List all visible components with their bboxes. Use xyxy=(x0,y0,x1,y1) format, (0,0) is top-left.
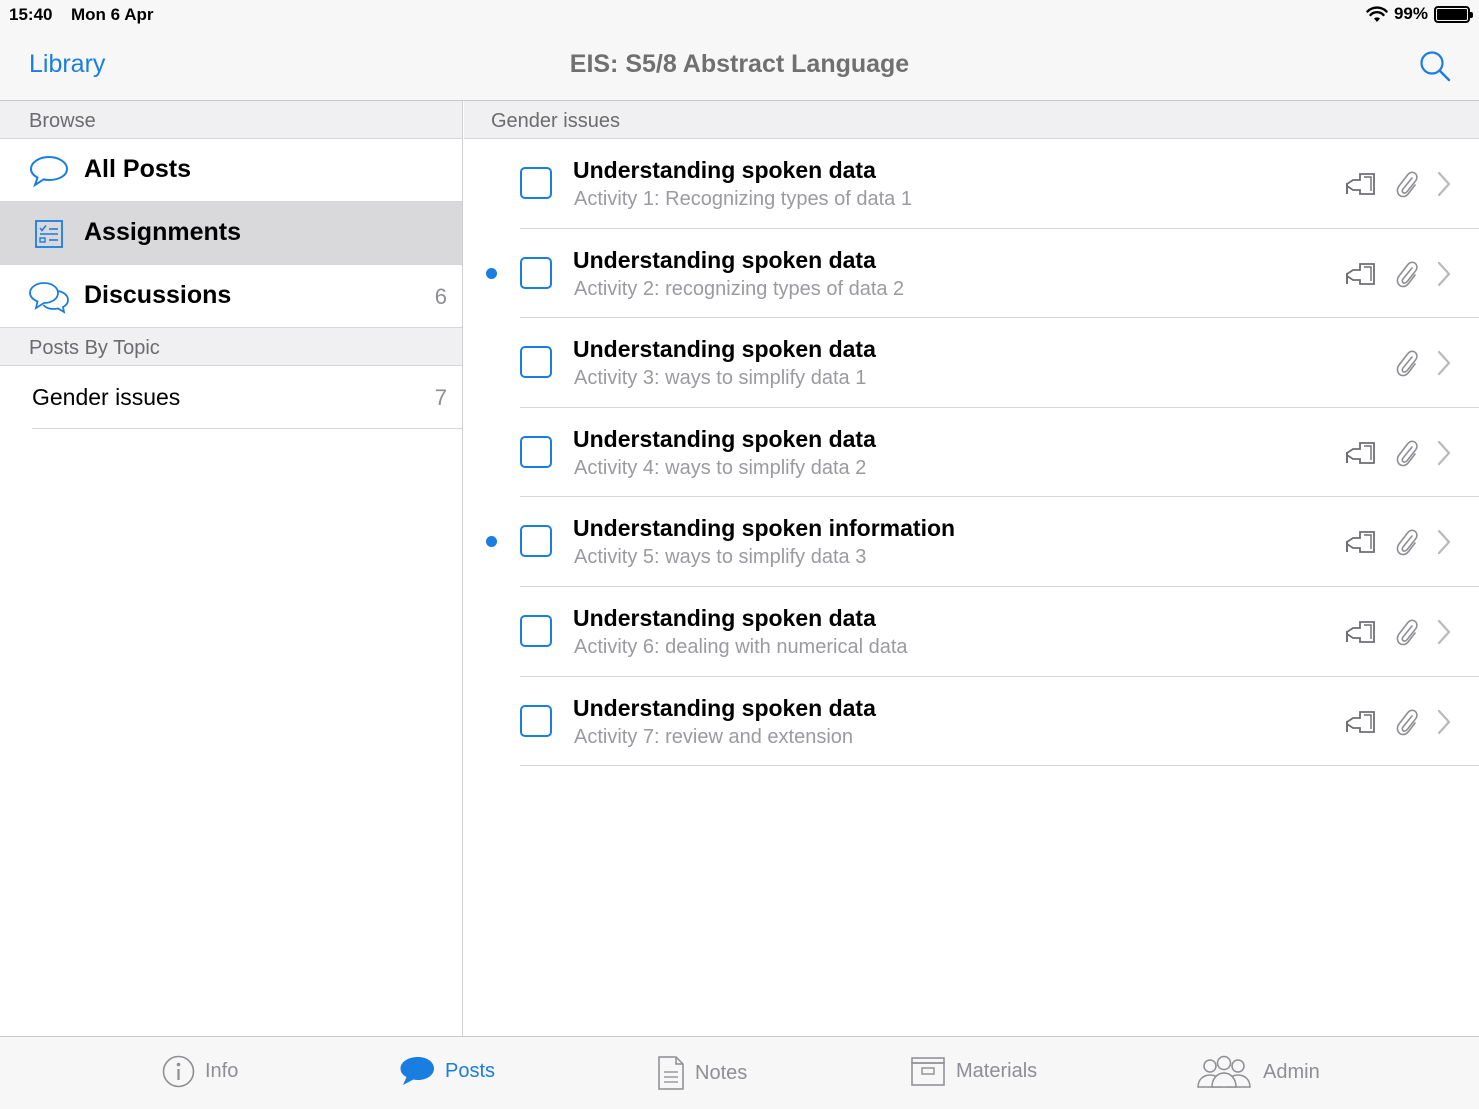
sidebar-item-label: Assignments xyxy=(84,218,241,246)
assignment-checkbox[interactable] xyxy=(520,614,552,647)
paperclip-icon xyxy=(1394,348,1420,378)
assignment-subtitle: Activity 2: recognizing types of data 2 xyxy=(574,277,905,300)
tab-notes[interactable]: Notes xyxy=(657,1055,747,1091)
assignment-rows: Understanding spoken data Activity 1: Rec… xyxy=(464,139,1479,767)
notes-icon xyxy=(658,1056,684,1090)
topic-count: 7 xyxy=(434,385,447,410)
sidebar-item-assignments[interactable]: Assignments xyxy=(0,202,462,265)
navigation-bar: Library EIS: S5/8 Abstract Language xyxy=(0,30,1479,101)
assignment-checkbox[interactable] xyxy=(520,435,552,468)
assignment-subtitle: Activity 7: review and extension xyxy=(574,725,854,748)
tab-label: Notes xyxy=(695,1061,748,1084)
assignment-row[interactable]: Understanding spoken data Activity 1: Rec… xyxy=(464,139,1479,229)
chevron-right-icon[interactable] xyxy=(1437,619,1451,645)
chevron-right-icon[interactable] xyxy=(1437,171,1451,197)
sidebar-item-label: All Posts xyxy=(84,155,191,183)
assignment-title: Understanding spoken data xyxy=(573,694,876,721)
assignment-checkbox[interactable] xyxy=(520,525,552,558)
unread-dot xyxy=(486,536,497,548)
assignment-title: Understanding spoken data xyxy=(573,604,876,631)
status-right: 99% xyxy=(1366,4,1473,24)
assignment-row[interactable]: Understanding spoken data Activity 2: rec… xyxy=(464,229,1479,319)
assignment-subtitle: Activity 6: dealing with numerical data xyxy=(574,635,908,658)
assignment-title: Understanding spoken data xyxy=(573,336,876,363)
tab-posts[interactable]: Posts xyxy=(399,1055,495,1087)
speech-bubble-icon xyxy=(29,155,69,188)
tab-admin[interactable]: Admin xyxy=(1195,1055,1320,1089)
posts-bubble-icon xyxy=(400,1057,434,1085)
assignment-title: Understanding spoken data xyxy=(573,246,876,273)
info-icon xyxy=(162,1055,195,1088)
assignment-row[interactable]: Understanding spoken data Activity 7: rev… xyxy=(464,677,1479,767)
assignment-subtitle: Activity 1: Recognizing types of data 1 xyxy=(574,188,912,210)
paperclip-icon xyxy=(1394,707,1420,737)
assignment-title: Understanding spoken information xyxy=(573,515,956,542)
tab-label: Admin xyxy=(1263,1060,1320,1083)
assignment-row[interactable]: Understanding spoken data Activity 6: dea… xyxy=(464,587,1479,677)
topic-header: Gender issues xyxy=(464,101,1479,139)
hand-in-icon xyxy=(1344,708,1378,736)
battery-icon xyxy=(1434,5,1473,23)
divider xyxy=(32,428,462,429)
chevron-right-icon[interactable] xyxy=(1437,350,1451,376)
wifi-icon xyxy=(1366,5,1388,22)
assignment-checkbox[interactable] xyxy=(520,346,552,379)
materials-box-icon xyxy=(911,1057,945,1086)
battery-percent: 99% xyxy=(1393,4,1428,23)
checklist-icon xyxy=(35,220,63,248)
tab-label: Info xyxy=(205,1060,239,1082)
assignment-checkbox[interactable] xyxy=(520,167,552,199)
discussions-count: 6 xyxy=(434,284,447,309)
paperclip-icon xyxy=(1394,259,1420,289)
assignment-row[interactable]: Understanding spoken data Activity 4: way… xyxy=(464,408,1479,498)
sidebar-item-label: Discussions xyxy=(84,281,232,309)
topic-item-gender-issues[interactable]: Gender issues 7 xyxy=(0,366,462,429)
hand-in-icon xyxy=(1344,260,1378,288)
paperclip-icon xyxy=(1394,617,1420,647)
chevron-right-icon[interactable] xyxy=(1437,529,1451,555)
tab-label: Posts xyxy=(445,1059,496,1082)
hand-in-icon xyxy=(1344,618,1378,646)
hand-in-icon xyxy=(1344,528,1378,556)
hand-in-icon xyxy=(1344,170,1378,198)
status-bar: 15:40 Mon 6 Apr 99% xyxy=(0,0,1479,30)
discussion-bubbles-icon xyxy=(29,282,69,314)
paperclip-icon xyxy=(1394,438,1420,468)
chevron-right-icon[interactable] xyxy=(1437,261,1451,287)
status-date: Mon 6 Apr xyxy=(71,5,154,24)
chevron-right-icon[interactable] xyxy=(1437,440,1451,466)
chevron-right-icon[interactable] xyxy=(1437,709,1451,735)
page-title: EIS: S5/8 Abstract Language xyxy=(569,50,910,78)
assignment-checkbox[interactable] xyxy=(520,256,552,289)
status-time: 15:40 xyxy=(9,5,53,24)
assignment-row[interactable]: Understanding spoken information Activity… xyxy=(464,497,1479,587)
tab-materials[interactable]: Materials xyxy=(910,1055,1037,1087)
assignment-subtitle: Activity 4: ways to simplify data 2 xyxy=(574,456,867,479)
hand-in-icon xyxy=(1344,439,1378,467)
assignment-subtitle: Activity 5: ways to simplify data 3 xyxy=(574,546,867,569)
divider xyxy=(520,765,1479,767)
assignment-row[interactable]: Understanding spoken data Activity 3: way… xyxy=(464,318,1479,408)
search-icon[interactable] xyxy=(1419,50,1451,82)
tab-label: Materials xyxy=(956,1059,1038,1082)
tab-bar: Info Posts Notes Materials Admin xyxy=(0,1036,1479,1109)
topic-label: Gender issues xyxy=(32,384,181,410)
assignment-title: Understanding spoken data xyxy=(573,157,876,183)
paperclip-icon xyxy=(1394,527,1420,557)
unread-dot xyxy=(486,267,497,279)
assignment-checkbox[interactable] xyxy=(520,704,552,737)
assignment-title: Understanding spoken data xyxy=(573,425,876,452)
assignment-subtitle: Activity 3: ways to simplify data 1 xyxy=(574,367,867,390)
sidebar-item-all-posts[interactable]: All Posts xyxy=(0,139,462,202)
admin-people-icon xyxy=(1197,1055,1251,1088)
sidebar-item-discussions[interactable]: Discussions 6 xyxy=(0,265,462,328)
assignment-list: Gender issues Understanding spoken data A… xyxy=(464,101,1479,1036)
sidebar: Browse All Posts Assignments Discussions… xyxy=(0,101,463,1036)
tab-info[interactable]: Info xyxy=(162,1055,238,1088)
paperclip-icon xyxy=(1394,169,1420,199)
posts-by-topic-header: Posts By Topic xyxy=(0,328,462,366)
browse-header: Browse xyxy=(0,101,462,139)
